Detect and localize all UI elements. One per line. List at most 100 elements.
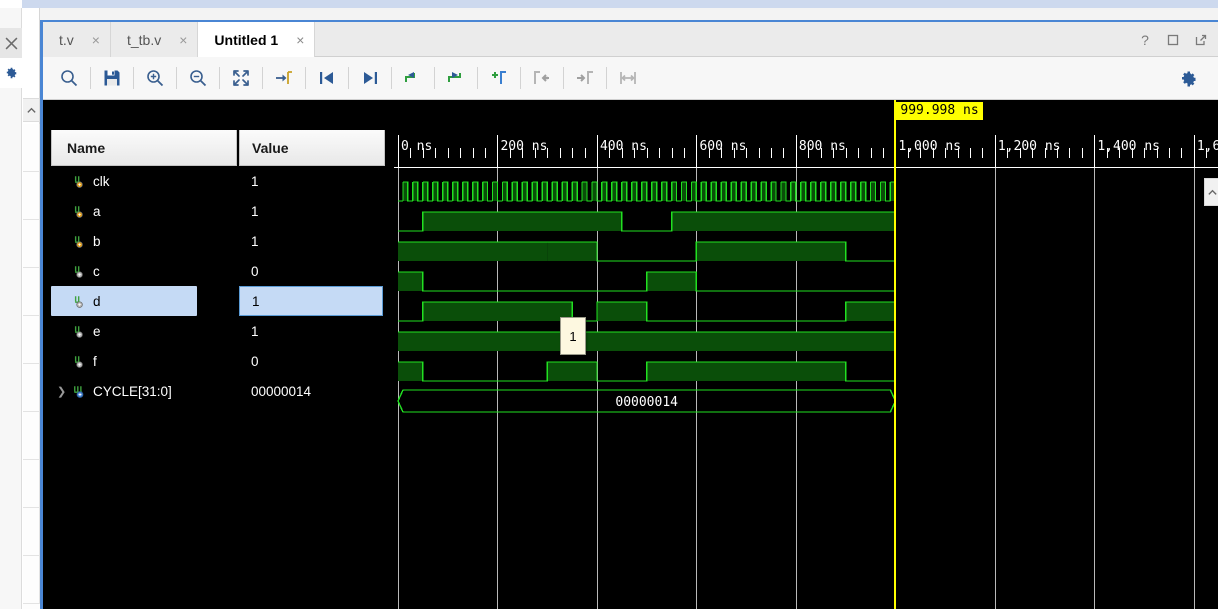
window-top-strip-left — [0, 0, 22, 8]
waveform-viewer-window: t.v × t_tb.v × Untitled 1 × ? Name clk a… — [0, 0, 1218, 609]
zoom-in-icon[interactable] — [137, 57, 173, 100]
signal-value-cycle310[interactable]: 00000014 — [239, 376, 385, 406]
output-signal-icon — [73, 354, 87, 369]
rail-grid-cell — [23, 364, 40, 412]
signal-value-e[interactable]: 1 — [239, 316, 385, 346]
cursor-line[interactable] — [894, 100, 897, 609]
signal-row-clk[interactable]: clk — [51, 166, 237, 196]
search-icon[interactable] — [51, 57, 87, 100]
clock-pulse-fill — [621, 182, 627, 201]
signal-row-d[interactable]: d — [51, 286, 197, 316]
clock-pulse-fill — [572, 182, 578, 201]
maximize-icon[interactable] — [1164, 31, 1182, 49]
signal-value-d[interactable]: 1 — [239, 286, 383, 316]
signal-value-label: 0 — [251, 263, 259, 279]
clock-pulse-fill — [402, 182, 408, 201]
time-ruler[interactable]: 0 ns 200 ns 400 ns 600 ns 800 ns 1,000 ns 1,20… — [394, 100, 1218, 168]
rail-settings-icon[interactable] — [0, 58, 22, 88]
rail-collapse-up-icon[interactable] — [23, 98, 40, 122]
signal-row-cycle310[interactable]: ❯ CYCLE[31:0] — [51, 376, 237, 406]
ruler-minor-tick — [684, 148, 685, 158]
tab-label: t_tb.v — [126, 31, 162, 48]
tab-t-tb-v[interactable]: t_tb.v × — [110, 22, 199, 57]
signal-value-a[interactable]: 1 — [239, 196, 385, 226]
prev-marker-icon[interactable] — [309, 57, 345, 100]
add-marker-icon[interactable] — [481, 57, 517, 100]
move-marker-right-icon[interactable] — [567, 57, 603, 100]
clock-pulse-fill — [870, 182, 876, 201]
clock-pulse-fill — [482, 182, 488, 201]
wave-fill — [398, 332, 896, 351]
save-icon[interactable] — [94, 57, 130, 100]
signal-row-b[interactable]: b — [51, 226, 237, 256]
signal-row-a[interactable]: a — [51, 196, 237, 226]
signal-row-e[interactable]: e — [51, 316, 237, 346]
clock-pulse-fill — [422, 182, 428, 201]
tab-close-icon[interactable]: × — [92, 33, 100, 47]
clock-pulse-fill — [522, 182, 528, 201]
ruler-minor-tick — [435, 148, 437, 158]
measure-icon[interactable] — [610, 57, 646, 100]
ruler-minor-tick — [1168, 148, 1170, 158]
signal-row-f[interactable]: f — [51, 346, 237, 376]
clock-pulse-fill — [512, 182, 518, 201]
wave-fill — [646, 272, 697, 291]
signal-value-rows: 1 1 1 0 1 1 0 00000014 — [239, 166, 385, 406]
clock-pulse-fill — [601, 182, 607, 201]
expand-arrow-icon[interactable]: ❯ — [57, 385, 66, 398]
waveform-canvas-area[interactable]: 0 ns 200 ns 400 ns 600 ns 800 ns 1,000 ns 1,20… — [394, 100, 1218, 609]
clock-pulse-fill — [641, 182, 647, 201]
tab-close-icon[interactable]: × — [296, 33, 304, 47]
signal-row-c[interactable]: c — [51, 256, 237, 286]
ruler-minor-tick — [1081, 148, 1083, 158]
goto-time-icon[interactable] — [266, 57, 302, 100]
clock-pulse-fill — [472, 182, 478, 201]
window-controls: ? — [1136, 22, 1210, 57]
tab-list: t.v × t_tb.v × Untitled 1 × — [43, 22, 1218, 57]
clock-pulse-fill — [591, 182, 597, 201]
signal-value-label: 00000014 — [251, 383, 312, 399]
move-marker-left-icon[interactable] — [524, 57, 560, 100]
ruler-label: 200 ns — [500, 139, 548, 154]
clock-pulse-fill — [562, 182, 568, 201]
ruler-minor-tick — [882, 148, 884, 158]
ruler-minor-tick — [858, 148, 860, 158]
tab-t-v[interactable]: t.v × — [43, 22, 111, 57]
toolbar-separator — [90, 67, 91, 89]
signal-value-c[interactable]: 0 — [239, 256, 385, 286]
previous-transition-icon[interactable] — [395, 57, 431, 100]
signal-value-b[interactable]: 1 — [239, 226, 385, 256]
signal-name-label: f — [93, 353, 97, 369]
tab-close-icon[interactable]: × — [179, 33, 187, 47]
signal-value-label: 1 — [251, 233, 259, 249]
zoom-out-icon[interactable] — [180, 57, 216, 100]
clock-pulse-fill — [761, 182, 767, 201]
signal-value-label: 1 — [251, 323, 259, 339]
zoom-fit-icon[interactable] — [223, 57, 259, 100]
rail-close-button[interactable] — [0, 28, 22, 58]
clock-pulse-fill — [691, 182, 697, 201]
cursor-time-label: 999.998 ns — [896, 102, 983, 120]
tab-untitled-1[interactable]: Untitled 1 × — [198, 22, 316, 57]
signal-name-rows: clk a b c d e f ❯ CYCLE[31:0] — [51, 166, 237, 406]
output-signal-icon — [73, 294, 87, 309]
float-icon[interactable] — [1192, 31, 1210, 49]
rail-grid-cell — [23, 268, 40, 316]
tab-bar: t.v × t_tb.v × Untitled 1 × ? — [43, 22, 1218, 57]
signal-value-clk[interactable]: 1 — [239, 166, 385, 196]
next-marker-icon[interactable] — [352, 57, 388, 100]
ruler-label: 400 ns — [599, 139, 647, 154]
help-icon[interactable]: ? — [1136, 31, 1154, 49]
ruler-minor-tick — [584, 148, 586, 158]
ruler-minor-tick — [485, 148, 487, 158]
vertical-scroll-up-icon[interactable] — [1204, 178, 1218, 206]
rail-grid-cell — [23, 412, 40, 460]
ruler-label: 1,200 ns — [997, 139, 1061, 154]
next-transition-icon[interactable] — [438, 57, 474, 100]
clock-pulse-fill — [671, 182, 677, 201]
signal-value-f[interactable]: 0 — [239, 346, 385, 376]
clock-pulse-fill — [850, 182, 856, 201]
clock-pulse-fill — [552, 182, 558, 201]
toolbar-separator — [606, 67, 607, 89]
waveform-settings-icon[interactable] — [1170, 57, 1206, 100]
